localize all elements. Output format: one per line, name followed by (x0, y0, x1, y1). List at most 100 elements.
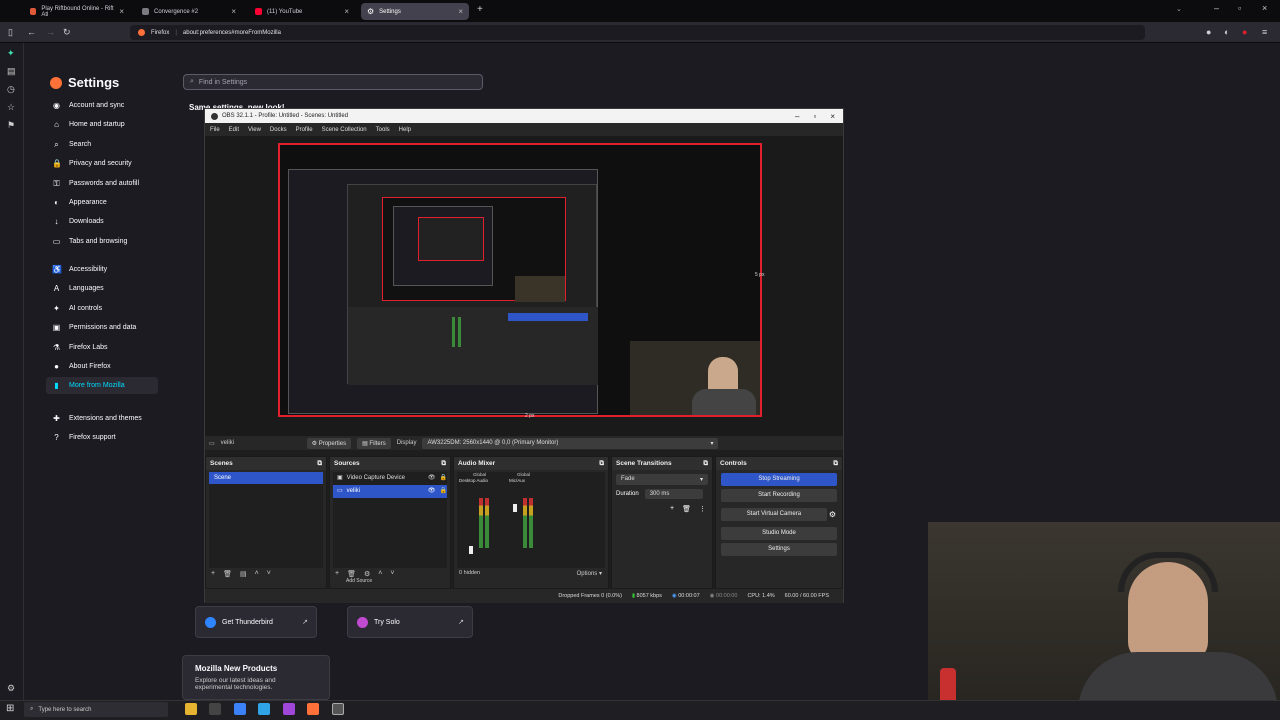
menu-item[interactable]: View (248, 127, 261, 133)
trash-icon[interactable]: 🗑 (223, 570, 232, 578)
sidebar-item[interactable]: ▭ Tabs and browsing (50, 233, 160, 250)
minimize-icon[interactable]: – (1214, 3, 1219, 13)
mixer-options-button[interactable]: Options ▾ (577, 570, 602, 577)
dock-undock-icon[interactable]: ⧉ (317, 460, 322, 468)
sidebar-item[interactable]: ⚿ Passwords and autofill (50, 175, 160, 192)
sidebar-item[interactable]: A Languages (50, 280, 160, 297)
find-in-settings-input[interactable]: ⌕ Find in Settings (183, 74, 483, 90)
clock-icon[interactable]: ◷ (7, 84, 15, 95)
start-icon[interactable]: ⊞ (6, 703, 14, 714)
eye-icon[interactable]: 👁 (428, 485, 436, 498)
display-select[interactable]: AW3225DM: 2560x1440 @ 0,0 (Primary Monit… (422, 437, 719, 449)
firefox-taskbar-icon[interactable] (307, 703, 319, 715)
close-window-icon[interactable]: × (1262, 3, 1267, 13)
taskview-icon[interactable] (209, 703, 221, 715)
menu-item[interactable]: File (210, 127, 220, 133)
account-icon[interactable]: ◐ (1224, 22, 1229, 43)
tab-settings[interactable]: ⚙ Settings × (361, 3, 469, 20)
move-up-icon[interactable]: ˄ (378, 570, 382, 578)
extension-icon[interactable]: ● (1206, 22, 1211, 43)
settings-button[interactable]: Settings (721, 543, 837, 556)
studio-mode-button[interactable]: Studio Mode (721, 527, 837, 540)
bookmarks-icon[interactable]: ☆ (7, 102, 15, 113)
minimize-icon[interactable]: – (795, 112, 799, 121)
add-icon[interactable]: + (670, 505, 674, 513)
menu-icon[interactable]: ≡ (1262, 22, 1267, 43)
sidebar-item[interactable]: ↓ Downloads (50, 213, 160, 230)
new-tab-button[interactable]: + (477, 4, 483, 15)
duration-input[interactable]: 300 ms (644, 489, 703, 499)
menu-item[interactable]: Edit (229, 127, 239, 133)
dock-undock-icon[interactable]: ⧉ (833, 460, 838, 468)
close-icon[interactable]: × (830, 112, 835, 121)
start-recording-button[interactable]: Start Recording (721, 489, 837, 502)
sidebar-item[interactable]: ⌕ Search (50, 136, 160, 153)
edge-icon[interactable] (258, 703, 270, 715)
sidebar-item[interactable]: ♿ Accessibility (50, 261, 160, 278)
sidebar-item[interactable]: ✚ Extensions and themes (50, 410, 160, 427)
menu-item[interactable]: Docks (270, 127, 287, 133)
dock-undock-icon[interactable]: ⧉ (703, 460, 708, 468)
dock-undock-icon[interactable]: ⧉ (599, 460, 604, 468)
preview-canvas[interactable] (278, 143, 762, 417)
reload-icon[interactable]: ↻ (63, 22, 71, 43)
move-down-icon[interactable]: ˅ (267, 570, 271, 578)
list-tabs-icon[interactable]: ⌄ (1176, 5, 1182, 13)
addon-icon[interactable]: ● (1242, 22, 1247, 43)
sidebar-item[interactable]: ▣ Permissions and data (50, 319, 160, 336)
trash-icon[interactable]: 🗑 (347, 570, 356, 578)
eye-icon[interactable]: 👁 (428, 472, 436, 485)
filter-icon[interactable]: ▤ (240, 570, 247, 578)
sidebar-item[interactable]: ◉ Account and sync (50, 97, 160, 114)
source-item[interactable]: ▭ veliki 👁 🔒 (333, 485, 447, 498)
customize-icon[interactable]: ⚙ (7, 683, 15, 694)
sidebar-toggle-icon[interactable]: ▯ (8, 22, 13, 43)
move-up-icon[interactable]: ˄ (255, 570, 259, 578)
transition-select[interactable]: Fade ▾ (616, 474, 708, 485)
sidebar-item[interactable]: ▮ More from Mozilla (46, 377, 158, 395)
sidebar-item[interactable]: ? Firefox support (50, 429, 160, 446)
menu-item[interactable]: Profile (296, 127, 313, 133)
gear-icon[interactable]: ⚙ (829, 510, 842, 519)
maximize-icon[interactable]: ▫ (1238, 3, 1241, 13)
tab-riftbound[interactable]: Play Riftbound Online - Rift Atl × (24, 3, 130, 20)
sidebar-item[interactable]: ◐ Appearance (50, 194, 160, 211)
start-virtual-camera-button[interactable]: Start Virtual Camera (721, 508, 827, 521)
dock-undock-icon[interactable]: ⧉ (441, 460, 446, 468)
sidebar-item[interactable]: ⌂ Home and startup (50, 116, 160, 133)
more-icon[interactable]: ⋮ (699, 505, 706, 513)
close-tab-icon[interactable]: × (344, 7, 349, 16)
move-down-icon[interactable]: ˅ (390, 570, 394, 578)
obs-taskbar-icon[interactable] (332, 703, 344, 715)
filters-button[interactable]: ▤ Filters (357, 437, 391, 449)
tab-youtube[interactable]: (11) YouTube × (249, 3, 355, 20)
stop-streaming-button[interactable]: Stop Streaming (721, 473, 837, 486)
maximize-icon[interactable]: ▫ (813, 112, 816, 121)
get-thunderbird-card[interactable]: Get Thunderbird ↗ (195, 606, 317, 638)
close-tab-icon[interactable]: × (119, 7, 124, 16)
menu-item[interactable]: Tools (376, 127, 390, 133)
app-icon[interactable] (283, 703, 295, 715)
sidebar-item[interactable]: 🔒 Privacy and security (50, 155, 160, 172)
volume-slider-handle[interactable] (513, 504, 517, 512)
history-icon[interactable]: ▤ (7, 66, 16, 77)
properties-button[interactable]: ⚙ Properties (306, 437, 352, 449)
trash-icon[interactable]: 🗑 (682, 505, 691, 513)
forward-icon[interactable]: → (46, 22, 55, 43)
ai-chat-icon[interactable]: ✦ (7, 48, 15, 59)
source-item[interactable]: ▣ Video Capture Device 👁 🔒 (333, 472, 447, 485)
sidebar-item[interactable]: ⚗ Firefox Labs (50, 339, 160, 356)
lock-icon[interactable]: 🔒 (440, 472, 447, 485)
pocket-icon[interactable]: ⚑ (7, 120, 15, 131)
taskbar-search[interactable]: ⌕ Type here to search (24, 702, 168, 717)
close-tab-icon[interactable]: × (458, 7, 463, 16)
back-icon[interactable]: ← (27, 22, 36, 43)
chrome-icon[interactable] (234, 703, 246, 715)
add-icon[interactable]: + (211, 570, 215, 578)
close-tab-icon[interactable]: × (231, 7, 236, 16)
file-explorer-icon[interactable] (185, 703, 197, 715)
preview-area[interactable]: 5 px 2 px (205, 136, 843, 436)
try-solo-card[interactable]: Try Solo ↗ (347, 606, 473, 638)
volume-slider-handle[interactable] (469, 546, 473, 554)
menu-item[interactable]: Scene Collection (322, 127, 367, 133)
